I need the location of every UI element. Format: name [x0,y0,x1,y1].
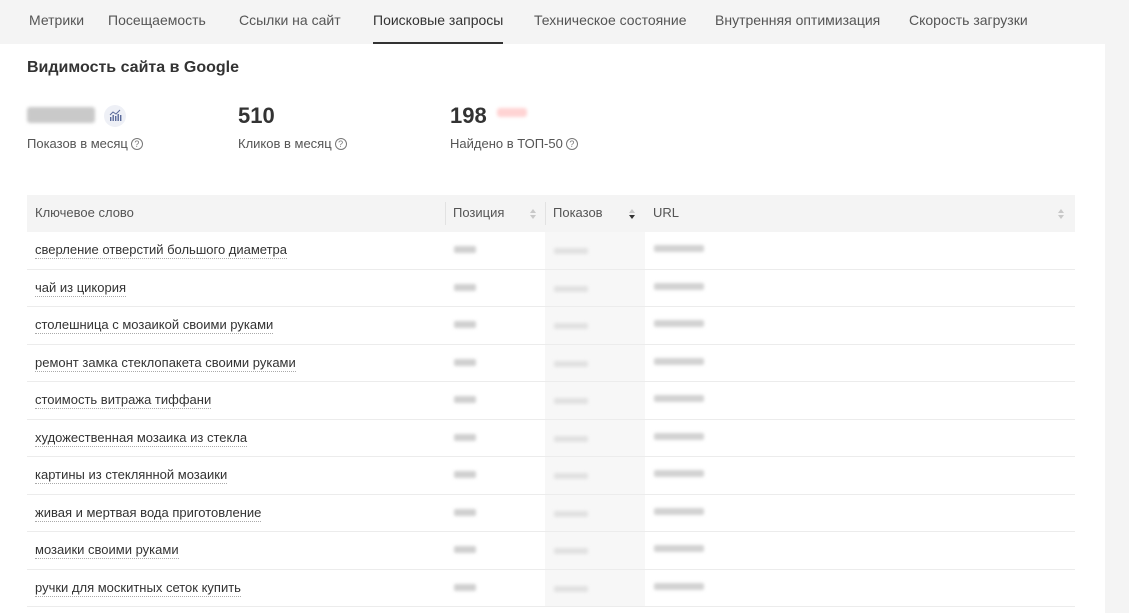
keywords-table: Ключевое слово Позиция Показов URL сверл… [27,195,1075,607]
keyword-link[interactable]: стоимость витража тиффани [35,392,212,409]
impressions-value-hidden [27,107,95,123]
impressions-value-hidden [554,435,588,442]
url-value-hidden [654,357,704,365]
tab-metrics[interactable]: Метрики [29,12,84,44]
table-row: живая и мертвая вода приготовление [27,494,1075,532]
tab-traffic[interactable]: Посещаемость [108,12,206,44]
clicks-value: 510 [238,103,275,128]
position-value-hidden [454,583,476,591]
url-value-hidden [654,582,704,590]
column-url[interactable]: URL [645,195,1075,232]
top50-label-wrap: Найдено в ТОП-50? [450,136,578,151]
table-row: художественная мозаика из стекла [27,419,1075,457]
impressions-value-hidden [554,360,588,367]
tab-technical-state[interactable]: Техническое состояние [534,12,687,44]
clicks-label-wrap: Кликов в месяц? [238,136,347,151]
table-row: картины из стеклянной мозаики [27,457,1075,495]
keyword-link[interactable]: живая и мертвая вода приготовление [35,505,262,522]
keyword-link[interactable]: художественная мозаика из стекла [35,430,248,447]
table-row: мозаики своими руками [27,532,1075,570]
tab-backlinks[interactable]: Ссылки на сайт [239,12,341,44]
position-value-hidden [454,433,476,441]
url-value-hidden [654,245,704,252]
url-value-hidden [654,507,704,515]
page-gutter [1105,44,1129,613]
top50-value: 198 [450,103,487,128]
bar-chart-icon[interactable] [104,105,126,127]
position-value-hidden [454,321,476,328]
keyword-link[interactable]: чай из цикория [35,280,127,297]
position-value-hidden [454,358,476,366]
impressions-value-hidden [554,285,588,292]
sort-arrows-icon[interactable] [1057,207,1065,221]
impressions-value-hidden [554,585,588,592]
section-title: Видимость сайта в Google [27,59,239,76]
table-header: Ключевое слово Позиция Показов URL [27,195,1075,232]
visibility-card: Видимость сайта в Google Показов в месяц… [0,44,1105,613]
tab-load-speed[interactable]: Скорость загрузки [909,12,1028,44]
table-row: стоимость витража тиффани [27,382,1075,420]
table-row: ручки для москитных сеток купить [27,569,1075,607]
url-value-hidden [654,395,704,402]
sort-desc-icon[interactable] [628,207,636,221]
table-row: столешница с мозаикой своими руками [27,307,1075,345]
impressions-value-hidden [554,398,588,404]
url-value-hidden [654,545,704,552]
table-row: сверление отверстий большого диаметра [27,232,1075,270]
top50-delta-hidden [497,108,527,117]
impressions-label-wrap: Показов в месяц? [27,136,143,151]
url-value-hidden [654,320,704,327]
keyword-link[interactable]: ручки для москитных сеток купить [35,580,241,597]
keyword-link[interactable]: столешница с мозаикой своими руками [35,317,274,334]
impressions-value-hidden [554,248,588,254]
table-body: сверление отверстий большого диаметра чай… [27,232,1075,607]
impressions-value-hidden [554,510,588,517]
question-circle-icon[interactable]: ? [130,138,143,150]
sort-arrows-icon[interactable] [529,207,537,221]
url-value-hidden [654,282,704,290]
keyword-link[interactable]: ремонт замка стеклопакета своими руками [35,355,296,372]
top50-label: Найдено в ТОП-50 [450,136,563,151]
keyword-link[interactable]: сверление отверстий большого диаметра [35,242,288,259]
table-row: чай из цикория [27,269,1075,307]
position-value-hidden [454,246,476,253]
tab-bar: Метрики Посещаемость Ссылки на сайт Поис… [0,0,1129,44]
position-value-hidden [454,471,476,478]
keyword-link[interactable]: мозаики своими руками [35,542,179,559]
tab-search-queries[interactable]: Поисковые запросы [373,12,504,44]
impressions-value-hidden [554,548,588,554]
position-value-hidden [454,508,476,516]
url-value-hidden [654,470,704,477]
impressions-value-hidden [554,323,588,329]
url-value-hidden [654,432,704,440]
position-value-hidden [454,546,476,553]
keyword-link[interactable]: картины из стеклянной мозаики [35,467,228,484]
impressions-value-hidden [554,473,588,479]
tab-internal-optimization[interactable]: Внутренняя оптимизация [715,12,880,44]
clicks-label: Кликов в месяц [238,136,332,151]
column-keyword[interactable]: Ключевое слово [27,195,445,232]
impressions-label: Показов в месяц [27,136,128,151]
question-circle-icon[interactable]: ? [565,138,578,150]
position-value-hidden [454,283,476,291]
question-circle-icon[interactable]: ? [334,138,347,150]
table-row: ремонт замка стеклопакета своими руками [27,344,1075,382]
position-value-hidden [454,396,476,403]
